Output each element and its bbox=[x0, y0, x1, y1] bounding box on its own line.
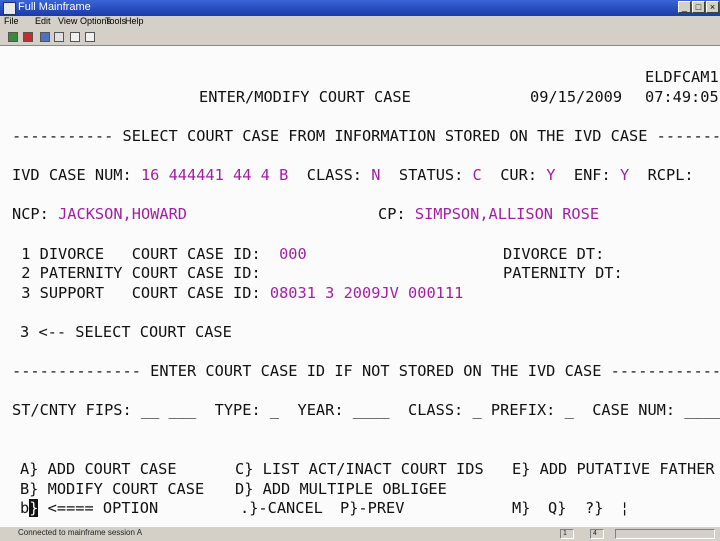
status-value[interactable]: C bbox=[473, 166, 482, 184]
help-key[interactable]: ?} bbox=[585, 499, 603, 517]
screen-date: 09/15/2009 bbox=[530, 88, 623, 106]
option-list-court-ids[interactable]: C} LIST ACT/INACT COURT IDS bbox=[235, 460, 484, 478]
option-input-label: <==== OPTION bbox=[38, 499, 159, 517]
enf-value[interactable]: Y bbox=[620, 166, 629, 184]
court-case-row: 3 SUPPORT COURT CASE ID: 08031 3 2009JV … bbox=[12, 284, 463, 302]
status-label: STATUS: bbox=[398, 166, 464, 184]
fips-entry-line[interactable]: ST/CNTY FIPS: __ ___ TYPE: _ YEAR: ____ … bbox=[12, 401, 720, 419]
q-key[interactable]: Q} bbox=[548, 499, 566, 517]
ncp-value[interactable]: JACKSON,HOWARD bbox=[58, 205, 187, 223]
class-value[interactable]: N bbox=[371, 166, 380, 184]
enter-rule: -------------- ENTER COURT CASE ID IF NO… bbox=[12, 362, 720, 380]
class-label: CLASS: bbox=[306, 166, 362, 184]
cp-label: CP: bbox=[378, 205, 406, 223]
menu-bar: File Edit View Options Tools Help bbox=[0, 16, 720, 29]
status-bar: Connected to mainframe session A 1 4 bbox=[0, 526, 720, 541]
disconnect-icon[interactable] bbox=[23, 32, 33, 42]
app-icon bbox=[3, 2, 16, 15]
screen-time: 07:49:05 bbox=[645, 88, 719, 106]
paste-icon[interactable] bbox=[54, 32, 64, 42]
status-cell-2: 4 bbox=[590, 529, 604, 539]
print-icon[interactable] bbox=[70, 32, 80, 42]
ivd-label: IVD CASE NUM: bbox=[12, 166, 132, 184]
court-case-label: 3 SUPPORT COURT CASE ID: bbox=[12, 284, 261, 302]
screen-title: ENTER/MODIFY COURT CASE bbox=[199, 88, 411, 106]
option-add-putative-father[interactable]: E} ADD PUTATIVE FATHER bbox=[512, 460, 715, 478]
cp-line: CP: SIMPSON,ALLISON ROSE bbox=[378, 205, 599, 223]
pipe-glyph: ¦ bbox=[620, 499, 630, 517]
close-button[interactable]: × bbox=[706, 1, 719, 13]
paternity-dt-label: PATERNITY DT: bbox=[503, 264, 623, 282]
menu-help[interactable]: Help bbox=[125, 16, 144, 26]
option-add-multiple-obligee[interactable]: D} ADD MULTIPLE OBLIGEE bbox=[235, 480, 447, 498]
m-key[interactable]: M} bbox=[512, 499, 530, 517]
terminal-screen[interactable]: ELDFCAM1 ENTER/MODIFY COURT CASE 09/15/2… bbox=[0, 46, 720, 526]
court-case-row: 1 DIVORCE COURT CASE ID: 000 bbox=[12, 245, 307, 263]
option-add-court-case[interactable]: A} ADD COURT CASE bbox=[20, 460, 177, 478]
toolbar bbox=[0, 29, 720, 46]
cur-label: CUR: bbox=[500, 166, 538, 184]
prev-key[interactable]: P}-PREV bbox=[340, 499, 404, 517]
maximize-button[interactable]: □ bbox=[692, 1, 705, 13]
court-case-value[interactable]: 000 bbox=[270, 245, 307, 263]
settings-icon[interactable] bbox=[85, 32, 95, 42]
window-title: Full Mainframe bbox=[18, 1, 91, 13]
enf-label: ENF: bbox=[573, 166, 611, 184]
ncp-line: NCP: JACKSON,HOWARD bbox=[12, 205, 187, 223]
court-case-label: 1 DIVORCE COURT CASE ID: bbox=[12, 245, 261, 263]
select-court-case-line: 3 <-- SELECT COURT CASE bbox=[20, 323, 232, 341]
title-bar: Full Mainframe _ □ × bbox=[0, 0, 720, 16]
menu-edit[interactable]: Edit bbox=[35, 16, 51, 26]
menu-view[interactable]: View bbox=[58, 16, 77, 26]
cancel-key[interactable]: .}-CANCEL bbox=[240, 499, 323, 517]
ivd-value[interactable]: 16 444441 44 4 B bbox=[141, 166, 288, 184]
status-text: Connected to mainframe session A bbox=[18, 528, 143, 537]
court-case-label: 2 PATERNITY COURT CASE ID: bbox=[12, 264, 261, 282]
divorce-dt-label: DIVORCE DT: bbox=[503, 245, 605, 263]
menu-tools[interactable]: Tools bbox=[105, 16, 126, 26]
option-input[interactable]: b bbox=[20, 499, 29, 517]
status-cell-1: 1 bbox=[560, 529, 574, 539]
menu-file[interactable]: File bbox=[4, 16, 19, 26]
selection-input[interactable]: 3 bbox=[20, 323, 29, 341]
option-input-line: b} <==== OPTION bbox=[20, 499, 158, 517]
copy-icon[interactable] bbox=[40, 32, 50, 42]
court-case-value[interactable]: 08031 3 2009JV 000111 bbox=[270, 284, 463, 302]
select-rule: ----------- SELECT COURT CASE FROM INFOR… bbox=[12, 127, 720, 145]
status-cell-3 bbox=[615, 529, 715, 539]
selection-prompt: <-- SELECT COURT CASE bbox=[38, 323, 232, 341]
cp-value[interactable]: SIMPSON,ALLISON ROSE bbox=[415, 205, 599, 223]
ivd-case-line: IVD CASE NUM: 16 444441 44 4 B CLASS: N … bbox=[12, 166, 694, 184]
court-case-row: 2 PATERNITY COURT CASE ID: bbox=[12, 264, 270, 282]
cur-value[interactable]: Y bbox=[546, 166, 555, 184]
minimize-button[interactable]: _ bbox=[678, 1, 691, 13]
screen-id: ELDFCAM1 bbox=[645, 68, 719, 86]
option-modify-court-case[interactable]: B} MODIFY COURT CASE bbox=[20, 480, 204, 498]
connect-icon[interactable] bbox=[8, 32, 18, 42]
rcpl-label: RCPL: bbox=[647, 166, 694, 184]
ncp-label: NCP: bbox=[12, 205, 49, 223]
